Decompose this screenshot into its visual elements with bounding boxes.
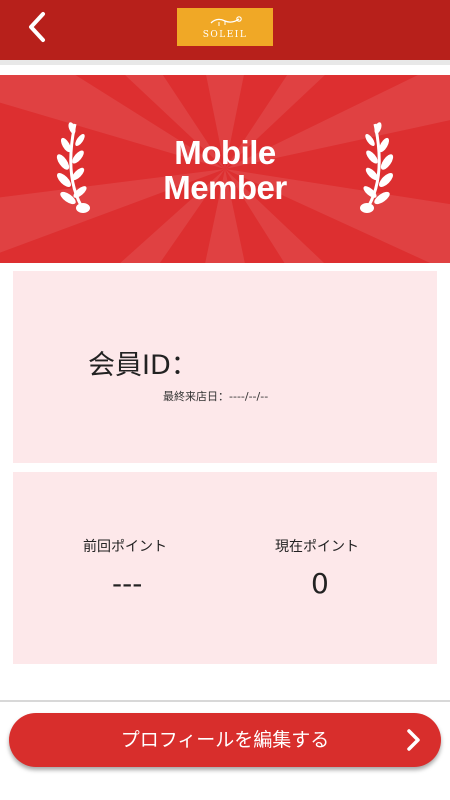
current-points-label: 現在ポイント <box>275 539 359 555</box>
chevron-left-icon <box>29 12 45 42</box>
edit-profile-label: プロフィールを編集する <box>120 729 330 751</box>
last-visit-date: 最終来店日：----/--/-- <box>163 390 269 403</box>
laurel-right-icon <box>360 122 394 213</box>
edit-profile-button[interactable]: プロフィールを編集する <box>9 713 441 767</box>
header-strip <box>0 60 450 65</box>
logo-text: SOLEIL <box>202 30 248 40</box>
app-header: SOLEIL <box>0 0 450 60</box>
member-id-label: 会員ID： <box>88 350 198 381</box>
points-card: 前回ポイント --- 現在ポイント 0 <box>13 472 437 664</box>
chevron-right-icon <box>407 729 420 751</box>
logo-mark-icon <box>210 16 242 26</box>
previous-points-label: 前回ポイント <box>83 539 167 555</box>
brand-logo: SOLEIL <box>177 8 273 46</box>
back-button[interactable] <box>20 10 54 44</box>
current-points-value: 0 <box>311 567 329 600</box>
mobile-member-banner: Mobile Member <box>0 75 450 263</box>
footer-divider <box>0 700 450 702</box>
member-info-card: 会員ID： 最終来店日：----/--/-- <box>13 271 437 463</box>
previous-points-value: --- <box>112 567 143 600</box>
